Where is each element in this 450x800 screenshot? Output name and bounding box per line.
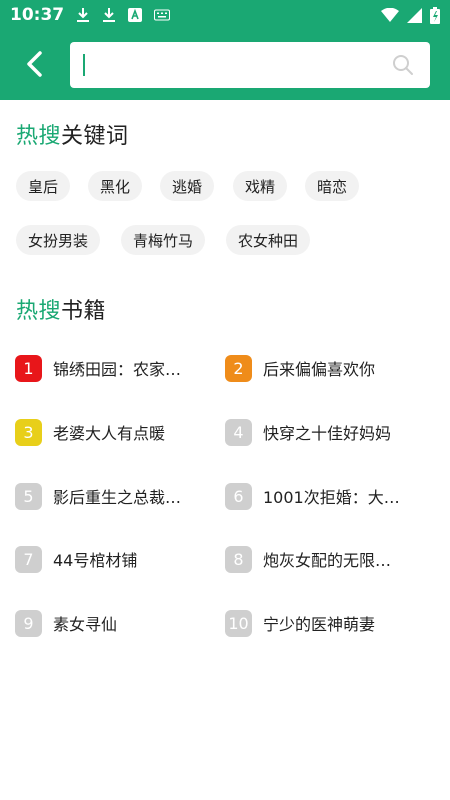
book-item[interactable]: 7 44号棺材铺 xyxy=(15,543,137,575)
book-title: 后来偏偏喜欢你 xyxy=(263,360,376,379)
rank-badge: 5 xyxy=(15,482,42,510)
book-title: 锦绣田园：农家… xyxy=(53,360,182,379)
book-item[interactable]: 2 后来偏偏喜欢你 xyxy=(225,352,375,384)
book-title: 1001次拒婚：大… xyxy=(263,488,400,507)
rank-badge: 1 xyxy=(15,354,42,382)
book-title: 44号棺材铺 xyxy=(53,551,138,570)
hot-books-title: 热搜书籍 xyxy=(16,293,106,325)
rank-badge: 2 xyxy=(225,354,252,382)
status-time: 10:37 xyxy=(10,5,65,25)
book-item[interactable]: 3 老婆大人有点暖 xyxy=(15,416,165,448)
search-icon[interactable] xyxy=(392,54,414,76)
book-title: 老婆大人有点暖 xyxy=(53,424,166,443)
keyword-tag[interactable]: 逃婚 xyxy=(160,171,215,201)
rank-badge: 7 xyxy=(15,545,42,573)
hot-books-title-rest: 书籍 xyxy=(61,299,107,324)
keyword-tag[interactable]: 农女种田 xyxy=(226,225,311,255)
app-bar xyxy=(0,30,450,100)
keyboard-icon xyxy=(154,9,171,21)
status-bar: 10:37 xyxy=(0,0,450,30)
hot-keywords-title: 热搜关键词 xyxy=(16,118,129,150)
keyword-tag[interactable]: 青梅竹马 xyxy=(121,225,206,255)
search-box[interactable] xyxy=(70,42,430,88)
keyword-tag[interactable]: 暗恋 xyxy=(305,171,360,201)
book-item[interactable]: 10 宁少的医神萌妻 xyxy=(225,607,375,639)
download-icon xyxy=(102,7,116,23)
keyword-tag[interactable]: 黑化 xyxy=(88,171,143,201)
rank-badge: 6 xyxy=(225,482,252,510)
rank-badge: 9 xyxy=(15,609,42,637)
notification-icons xyxy=(76,7,171,23)
signal-icon xyxy=(407,7,422,23)
rank-badge: 10 xyxy=(225,609,252,637)
rank-badge: 3 xyxy=(15,418,42,446)
book-item[interactable]: 6 1001次拒婚：大… xyxy=(225,480,400,512)
book-item[interactable]: 5 影后重生之总裁… xyxy=(15,480,181,512)
book-item[interactable]: 4 快穿之十佳好妈妈 xyxy=(225,416,391,448)
book-title: 素女寻仙 xyxy=(53,615,118,634)
back-arrow-icon xyxy=(23,50,45,82)
system-icons xyxy=(381,6,440,24)
book-item[interactable]: 9 素女寻仙 xyxy=(15,607,117,639)
book-title: 快穿之十佳好妈妈 xyxy=(263,424,392,443)
hot-keywords-title-rest: 关键词 xyxy=(61,124,129,149)
rank-badge: 8 xyxy=(225,545,252,573)
wifi-icon xyxy=(381,8,399,22)
font-app-icon xyxy=(128,8,143,22)
download-icon xyxy=(76,7,90,23)
search-input[interactable] xyxy=(82,50,382,80)
book-title: 炮灰女配的无限… xyxy=(263,551,392,570)
book-item[interactable]: 8 炮灰女配的无限… xyxy=(225,543,391,575)
keyword-tag[interactable]: 皇后 xyxy=(16,171,71,201)
book-title: 宁少的医神萌妻 xyxy=(263,615,376,634)
text-cursor xyxy=(83,54,85,76)
keyword-tag[interactable]: 女扮男装 xyxy=(16,225,101,255)
hot-keywords-title-accent: 热搜 xyxy=(16,124,62,149)
back-button[interactable] xyxy=(14,48,54,84)
hot-books-title-accent: 热搜 xyxy=(16,299,62,324)
keyword-tag[interactable]: 戏精 xyxy=(233,171,288,201)
rank-badge: 4 xyxy=(225,418,252,446)
book-title: 影后重生之总裁… xyxy=(53,488,182,507)
battery-icon xyxy=(430,6,440,24)
book-item[interactable]: 1 锦绣田园：农家… xyxy=(15,352,181,384)
